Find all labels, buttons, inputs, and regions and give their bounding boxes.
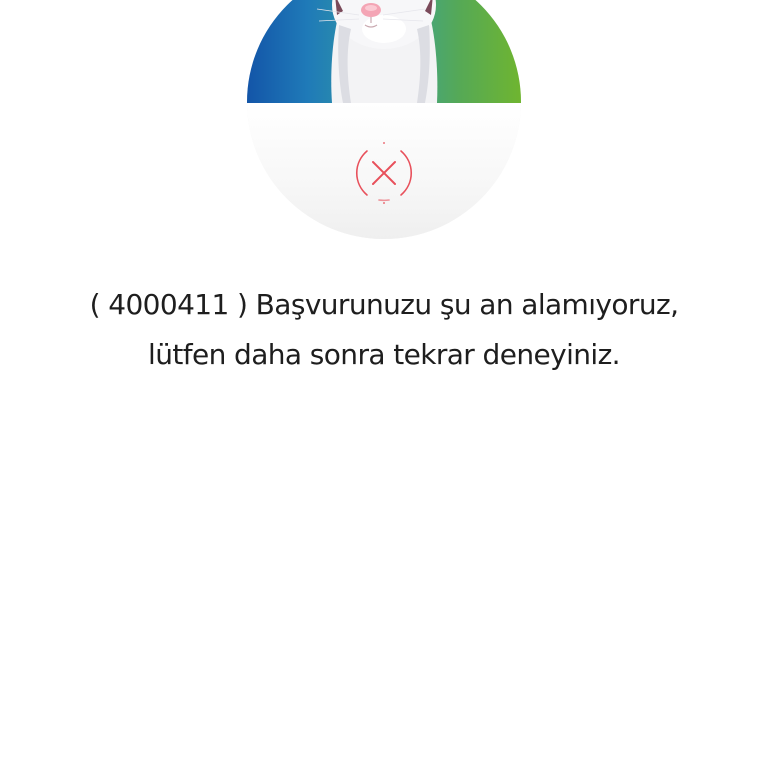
mascot-banner: [247, 0, 521, 103]
error-message-line-2: lütfen daha sonra tekrar deneyiniz.: [148, 338, 621, 371]
error-message: ( 4000411 ) Başvurunuzu şu an alamıyoruz…: [40, 280, 728, 380]
error-message-line-1: ( 4000411 ) Başvurunuzu şu an alamıyoruz…: [89, 288, 679, 321]
error-screen: ( 4000411 ) Başvurunuzu şu an alamıyoruz…: [0, 0, 768, 768]
rabbit-mascot-image: [316, 0, 438, 103]
error-x-icon: [355, 142, 413, 204]
